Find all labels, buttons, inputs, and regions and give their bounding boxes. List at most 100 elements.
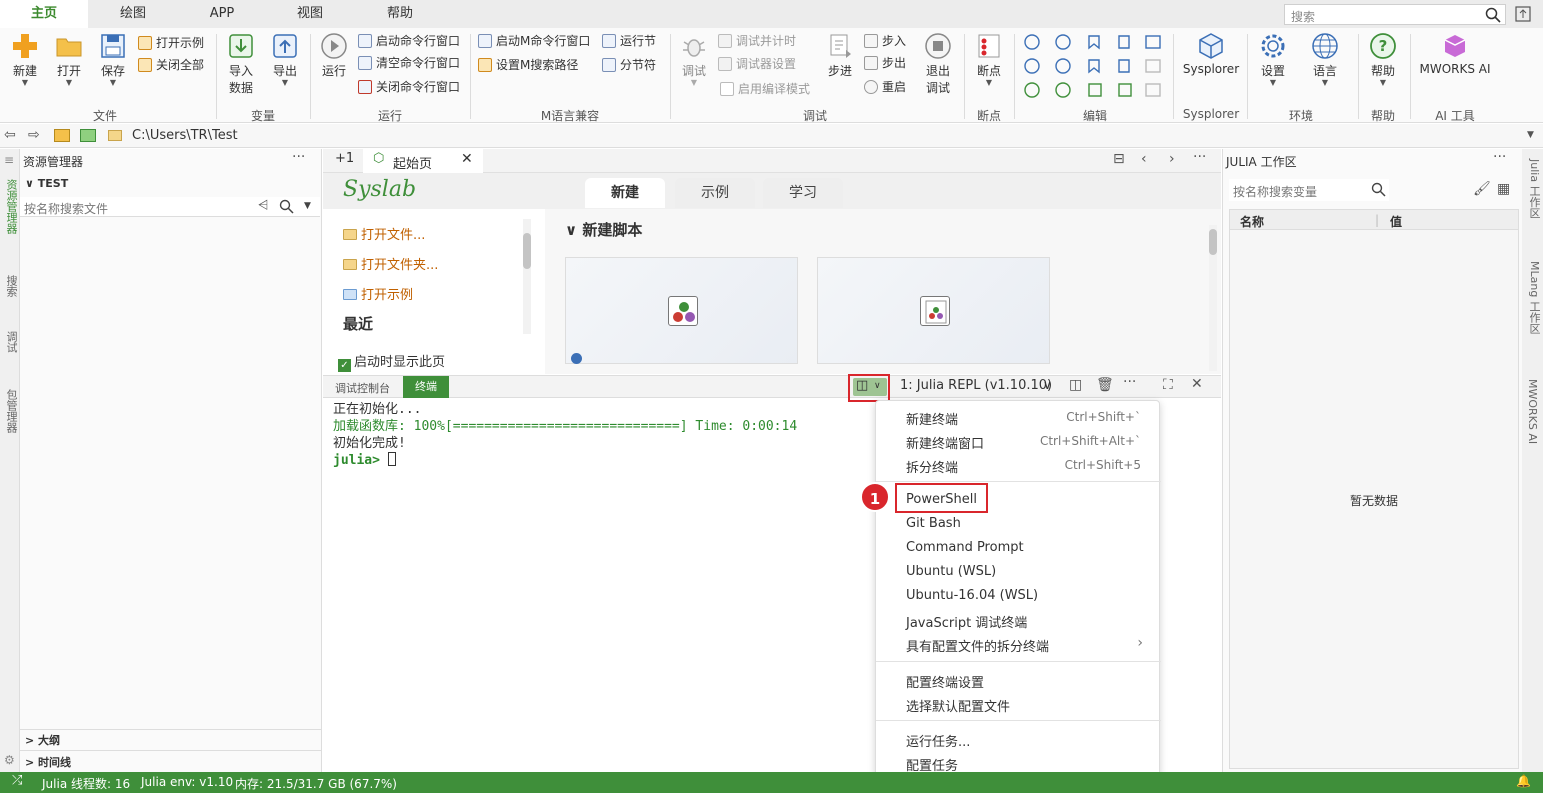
close-icon[interactable]: ✕: [461, 151, 473, 167]
folder-header[interactable]: ∨ TEST: [25, 177, 68, 190]
start-cmd-window-button[interactable]: 启动命令行窗口: [358, 32, 460, 50]
close-cmd-window-button[interactable]: 关闭命令行窗口: [358, 78, 460, 96]
set-m-path-button[interactable]: 设置M搜索路径: [478, 56, 578, 74]
menu-ubuntu-wsl[interactable]: Ubuntu (WSL): [906, 564, 996, 579]
status-memory[interactable]: 内存: 21.5/31.7 GB (67.7%): [235, 775, 397, 792]
tab-new[interactable]: 新建: [585, 178, 665, 208]
menu-new-terminal-window[interactable]: 新建终端窗口: [906, 433, 984, 452]
tab-terminal[interactable]: 终端: [403, 376, 449, 398]
sysplorer-button[interactable]: Sysplorer: [1180, 32, 1242, 76]
split-editor-icon[interactable]: ⊟: [1113, 151, 1125, 167]
status-env[interactable]: Julia env: v1.10: [141, 775, 233, 789]
start-m-cmd-button[interactable]: 启动M命令行窗口: [478, 32, 590, 50]
remote-icon[interactable]: ⤮: [12, 773, 22, 788]
tab-count[interactable]: +1: [335, 151, 354, 166]
activity-packages[interactable]: 包管理器: [3, 389, 19, 433]
step-button[interactable]: 步进: [824, 32, 856, 79]
tab-help[interactable]: 帮助: [370, 0, 430, 28]
menu-split-terminal[interactable]: 拆分终端: [906, 457, 958, 476]
close-all-button[interactable]: 关闭全部: [138, 56, 204, 74]
more-icon[interactable]: ···: [1193, 149, 1206, 165]
chevron-right-icon[interactable]: ›: [1169, 151, 1175, 167]
variable-search-input[interactable]: 按名称搜索变量: [1229, 179, 1389, 201]
breakpoints-button[interactable]: 断点 ▼: [972, 32, 1006, 87]
menu-select-default-profile[interactable]: 选择默认配置文件: [906, 696, 1010, 715]
tab-start-page[interactable]: ⬡ 起始页 ✕: [363, 149, 483, 173]
more-icon[interactable]: ···: [1123, 374, 1136, 390]
search-icon[interactable]: [279, 199, 294, 214]
search-input[interactable]: 搜索: [1284, 4, 1506, 25]
tab-examples[interactable]: 示例: [675, 178, 755, 208]
activity-julia-workspace[interactable]: Julia 工作区: [1526, 159, 1542, 219]
section-break-button[interactable]: 分节符: [602, 56, 656, 74]
file-search-input[interactable]: 按名称搜索文件 ⩤ ▼: [20, 197, 320, 217]
status-threads[interactable]: Julia 线程数: 16: [42, 775, 130, 792]
menu-split-with-profile[interactable]: 具有配置文件的拆分终端: [906, 636, 1049, 655]
open-examples-button[interactable]: 打开示例: [138, 34, 204, 52]
edit-tools-grid[interactable]: [1022, 34, 1172, 100]
activity-mlang-workspace[interactable]: MLang 工作区: [1526, 261, 1542, 334]
restart-button[interactable]: 重启: [864, 78, 906, 96]
back-arrow-icon[interactable]: ⇦: [4, 127, 16, 143]
more-icon[interactable]: ···: [292, 149, 305, 165]
settings-button[interactable]: 设置 ▼: [1256, 32, 1290, 87]
close-icon[interactable]: ✕: [1191, 376, 1203, 392]
import-data-button[interactable]: 导入 数据: [224, 32, 258, 96]
search-icon[interactable]: [1371, 182, 1386, 197]
menu-run-task[interactable]: 运行任务...: [906, 731, 970, 750]
clear-cmd-window-button[interactable]: 清空命令行窗口: [358, 54, 460, 72]
chevron-down-icon[interactable]: ▼: [304, 201, 311, 211]
bell-icon[interactable]: 🔔: [1516, 774, 1531, 788]
debug-timer-button[interactable]: 调试并计时: [718, 32, 796, 50]
tab-plot[interactable]: 绘图: [100, 0, 166, 28]
filter-icon[interactable]: ⩤: [258, 198, 268, 213]
debugger-settings-button[interactable]: 调试器设置: [718, 55, 796, 73]
open-file-link[interactable]: 打开文件...: [343, 224, 425, 243]
help-button[interactable]: ? 帮助 ▼: [1366, 32, 1400, 87]
timeline-section[interactable]: > 时间线: [25, 754, 71, 770]
step-in-button[interactable]: 步入: [864, 32, 906, 50]
path-text[interactable]: C:\Users\TR\Test: [132, 128, 238, 143]
menu-command-prompt[interactable]: Command Prompt: [906, 540, 1024, 555]
trash-icon[interactable]: 🗑: [1096, 377, 1114, 393]
restore-window-icon[interactable]: [1515, 6, 1531, 22]
browse-folder-icon[interactable]: [80, 129, 96, 142]
up-folder-icon[interactable]: [54, 129, 70, 142]
m-script-card[interactable]: [817, 257, 1050, 364]
debug-button[interactable]: 调试 ▼: [678, 32, 710, 87]
tab-view[interactable]: 视图: [280, 0, 340, 28]
run-button[interactable]: 运行: [318, 32, 350, 79]
chevron-left-icon[interactable]: ‹: [1141, 151, 1147, 167]
menu-icon[interactable]: ≡: [4, 153, 14, 167]
activity-mworks-ai[interactable]: MWORKS AI: [1526, 379, 1539, 444]
save-button[interactable]: 保存 ▼: [96, 32, 130, 87]
forward-arrow-icon[interactable]: ⇨: [28, 127, 40, 143]
gear-icon[interactable]: ⚙: [4, 753, 15, 767]
activity-debug[interactable]: 调试: [3, 331, 19, 353]
exit-debug-button[interactable]: 退出 调试: [922, 32, 954, 96]
grid-view-icon[interactable]: ▦: [1497, 181, 1510, 197]
terminal-select[interactable]: 1: Julia REPL (v1.10.10) ∨: [895, 378, 1059, 396]
outline-section[interactable]: > 大纲: [25, 732, 60, 748]
language-button[interactable]: 语言 ▼: [1306, 32, 1344, 87]
run-section-button[interactable]: 运行节: [602, 32, 656, 50]
clear-brush-icon[interactable]: 🖌: [1473, 181, 1491, 197]
open-folder-link[interactable]: 打开文件夹...: [343, 254, 438, 273]
show-on-start-checkbox[interactable]: ✓ 启动时显示此页: [338, 351, 445, 372]
tab-debug-console[interactable]: 调试控制台: [335, 380, 390, 396]
activity-explorer[interactable]: 资源管理器: [3, 179, 19, 234]
scrollbar[interactable]: [523, 219, 531, 334]
chevron-down-icon[interactable]: ▼: [1527, 130, 1534, 140]
tab-learn[interactable]: 学习: [763, 178, 843, 208]
scrollbar[interactable]: [1209, 225, 1217, 371]
open-examples-link[interactable]: 打开示例: [343, 284, 413, 303]
split-terminal-dropdown[interactable]: ◫ ∨: [853, 378, 887, 396]
tab-home[interactable]: 主页: [0, 0, 88, 28]
step-out-button[interactable]: 步出: [864, 54, 906, 72]
maximize-icon[interactable]: ⛶: [1163, 377, 1173, 393]
compile-mode-checkbox[interactable]: 启用编译模式: [720, 80, 810, 98]
menu-git-bash[interactable]: Git Bash: [906, 516, 961, 531]
menu-ubuntu-1604-wsl[interactable]: Ubuntu-16.04 (WSL): [906, 588, 1038, 603]
menu-configure-terminal[interactable]: 配置终端设置: [906, 672, 984, 691]
more-icon[interactable]: ···: [1493, 149, 1506, 165]
